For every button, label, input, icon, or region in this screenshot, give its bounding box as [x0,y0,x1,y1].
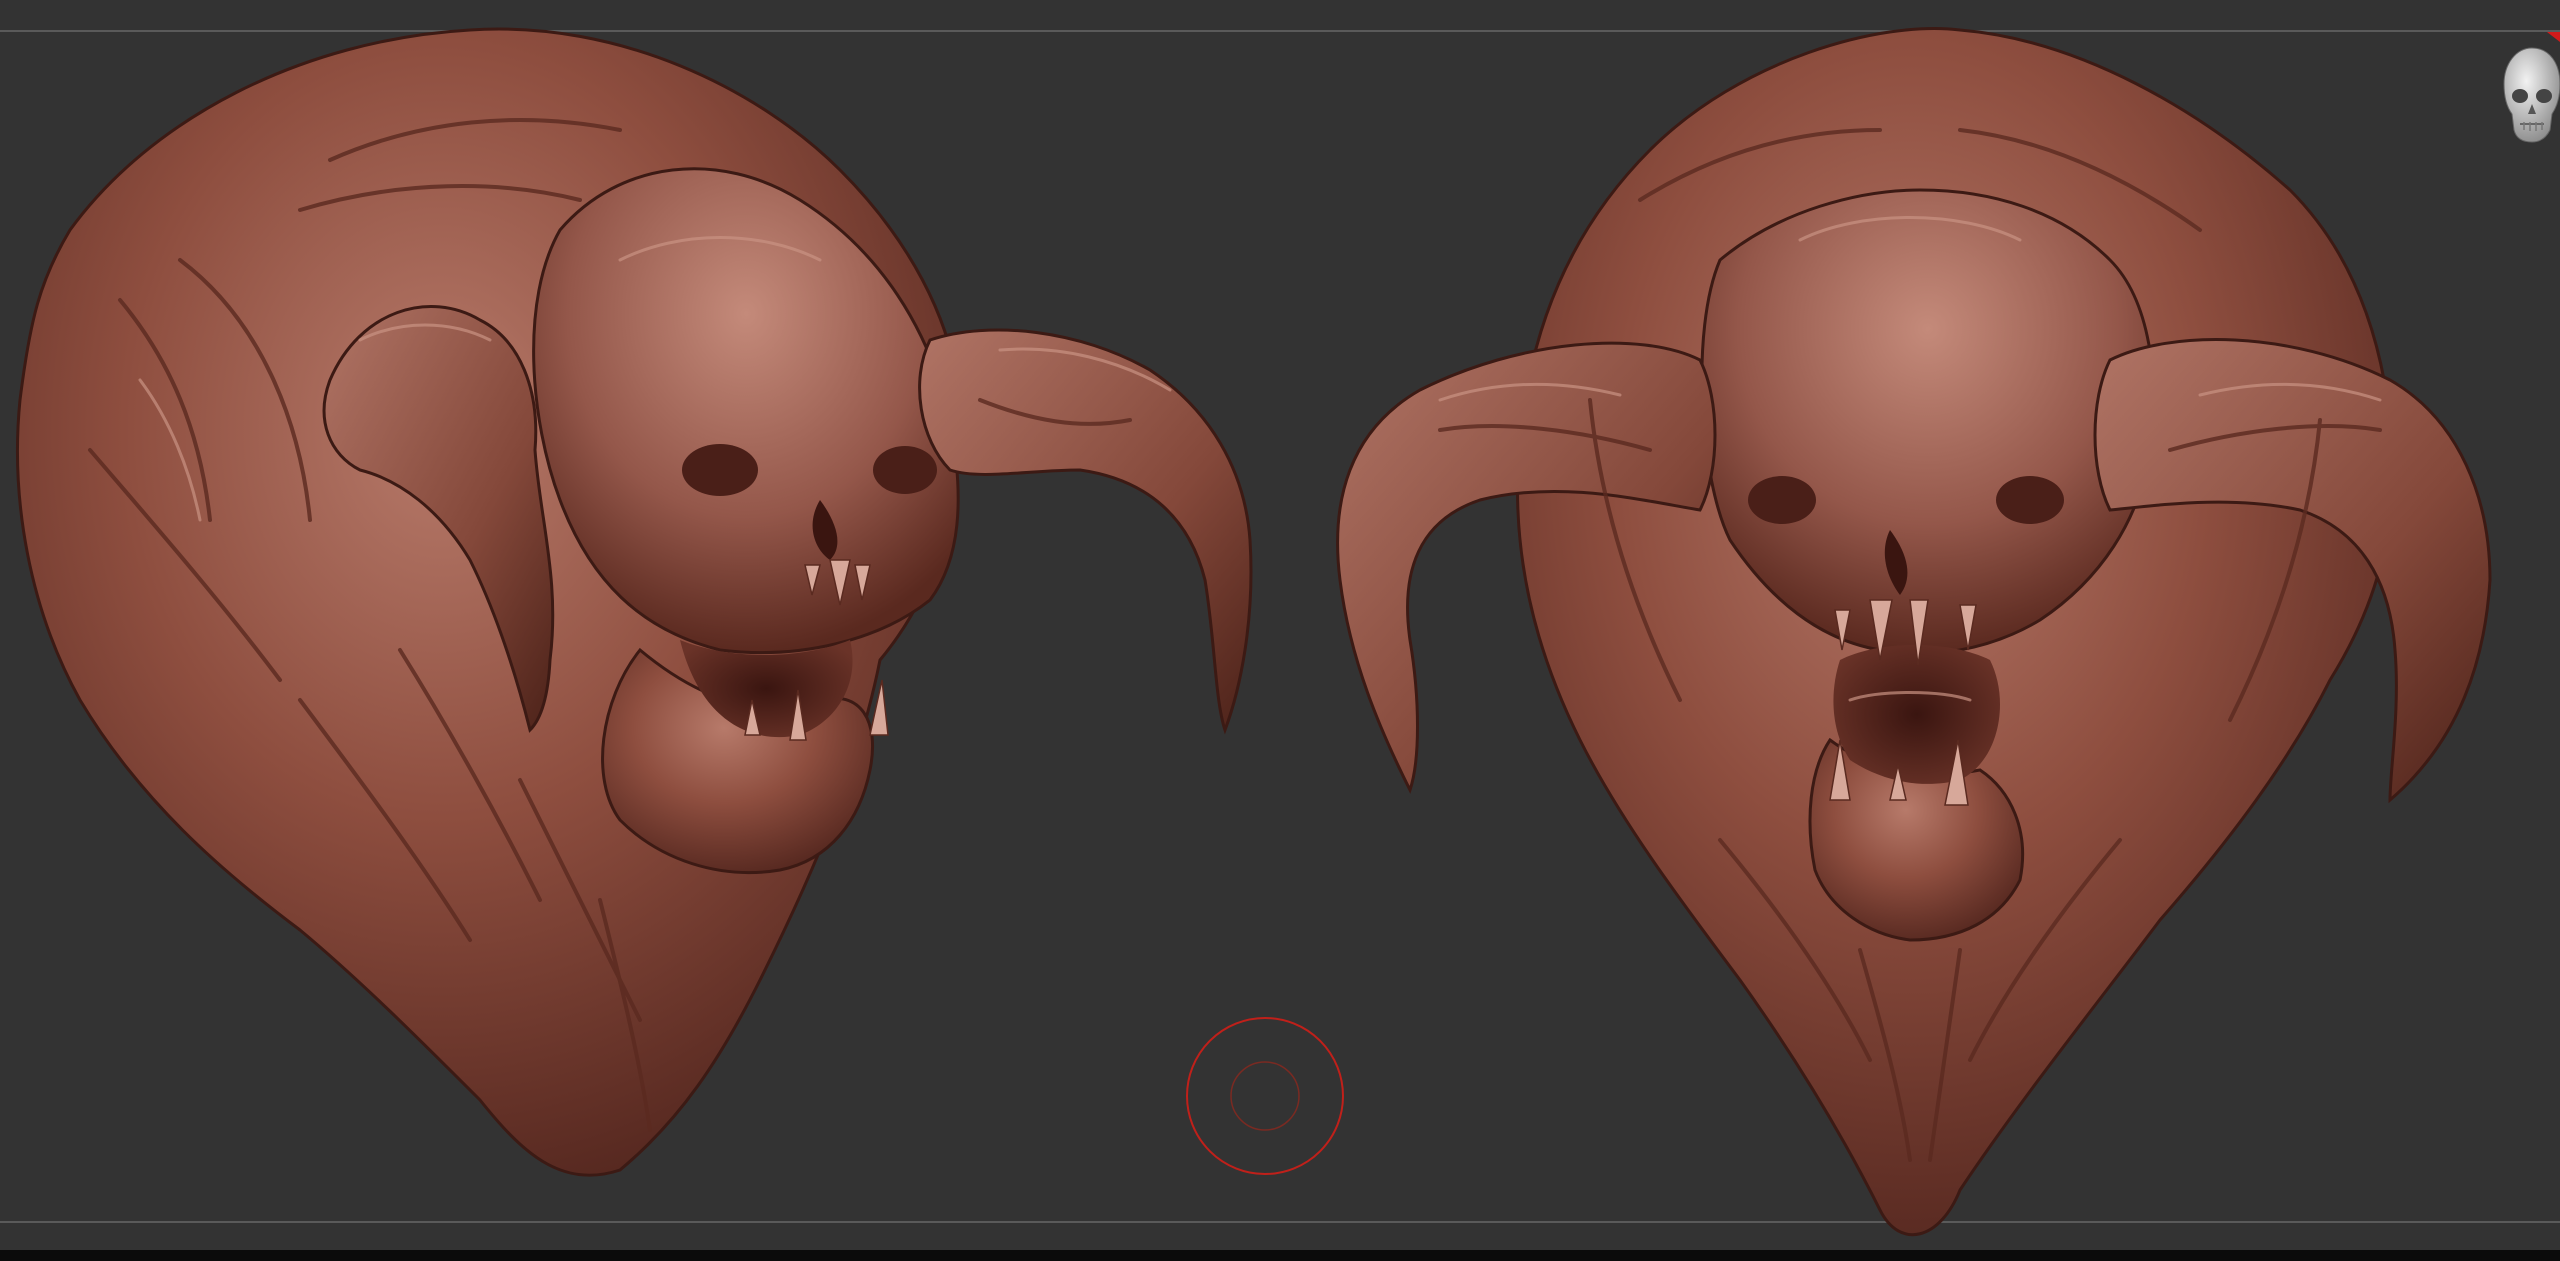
head-left-eye-socket-1 [682,444,758,496]
head-right-mouth [1833,645,2000,784]
head-left-horn-far [918,328,1253,735]
head-left-eye-socket-2 [873,446,937,494]
skull-icon[interactable] [2502,46,2560,154]
head-right-eye-socket-right [1996,476,2064,524]
demon-head-front[interactable] [1336,27,2492,1237]
bottom-shelf [0,1250,2560,1261]
head-right-eye-socket-left [1748,476,1816,524]
corner-marker-icon [2547,32,2560,42]
document-viewport[interactable] [0,0,2560,1261]
brush-cursor-icon [1186,1017,1344,1175]
demon-head-three-quarter[interactable] [16,27,1253,1177]
